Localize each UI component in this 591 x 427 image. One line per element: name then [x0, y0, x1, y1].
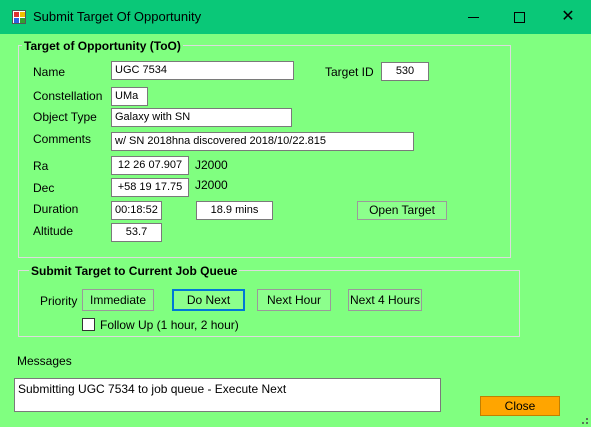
window-title: Submit Target Of Opportunity [33, 9, 202, 24]
dec-epoch-label: J2000 [195, 178, 228, 192]
minimize-button[interactable] [450, 0, 496, 34]
follow-up-label[interactable]: Follow Up (1 hour, 2 hour) [100, 318, 239, 332]
target-id-label: Target ID [325, 65, 374, 79]
altitude-label: Altitude [33, 224, 74, 238]
ra-field[interactable]: 12 26 07.907 [111, 156, 189, 175]
name-label: Name [33, 65, 66, 79]
dec-field[interactable]: +58 19 17.75 [111, 178, 189, 197]
duration-field[interactable]: 00:18:52 [111, 201, 162, 220]
immediate-button[interactable]: Immediate [82, 289, 154, 311]
open-target-button[interactable]: Open Target [357, 201, 447, 220]
comments-field[interactable]: w/ SN 2018hna discovered 2018/10/22.815 [111, 132, 414, 151]
close-window-button[interactable]: ✕ [545, 0, 591, 34]
name-field[interactable]: UGC 7534 [111, 61, 294, 80]
duration-minutes-field[interactable]: 18.9 mins [196, 201, 273, 220]
next-hour-button[interactable]: Next Hour [257, 289, 331, 311]
altitude-field[interactable]: 53.7 [111, 223, 162, 242]
ra-label: Ra [33, 159, 49, 173]
object-type-label: Object Type [33, 110, 97, 124]
title-bar[interactable]: Submit Target Of Opportunity ✕ [0, 0, 591, 34]
resize-grip-icon[interactable] [579, 415, 589, 425]
follow-up-checkbox[interactable] [82, 318, 95, 331]
duration-label: Duration [33, 202, 79, 216]
dec-label: Dec [33, 181, 55, 195]
messages-label: Messages [17, 354, 72, 368]
app-icon[interactable] [12, 10, 26, 24]
close-icon: ✕ [561, 8, 575, 25]
next-4-hours-button[interactable]: Next 4 Hours [348, 289, 422, 311]
constellation-field[interactable]: UMa [111, 87, 148, 106]
close-button[interactable]: Close [480, 396, 560, 416]
queue-group-title: Submit Target to Current Job Queue [29, 264, 240, 278]
maximize-icon [514, 12, 525, 23]
ra-epoch-label: J2000 [195, 158, 228, 172]
target-id-field[interactable]: 530 [381, 62, 429, 81]
messages-box[interactable]: Submitting UGC 7534 to job queue - Execu… [14, 378, 441, 412]
do-next-button[interactable]: Do Next [172, 289, 245, 311]
constellation-label: Constellation [33, 89, 103, 103]
too-group-title: Target of Opportunity (ToO) [22, 39, 183, 53]
priority-label: Priority [40, 294, 78, 308]
object-type-field[interactable]: Galaxy with SN [111, 108, 292, 127]
minimize-icon [468, 17, 479, 18]
maximize-button[interactable] [496, 0, 542, 34]
comments-label: Comments [33, 132, 92, 146]
